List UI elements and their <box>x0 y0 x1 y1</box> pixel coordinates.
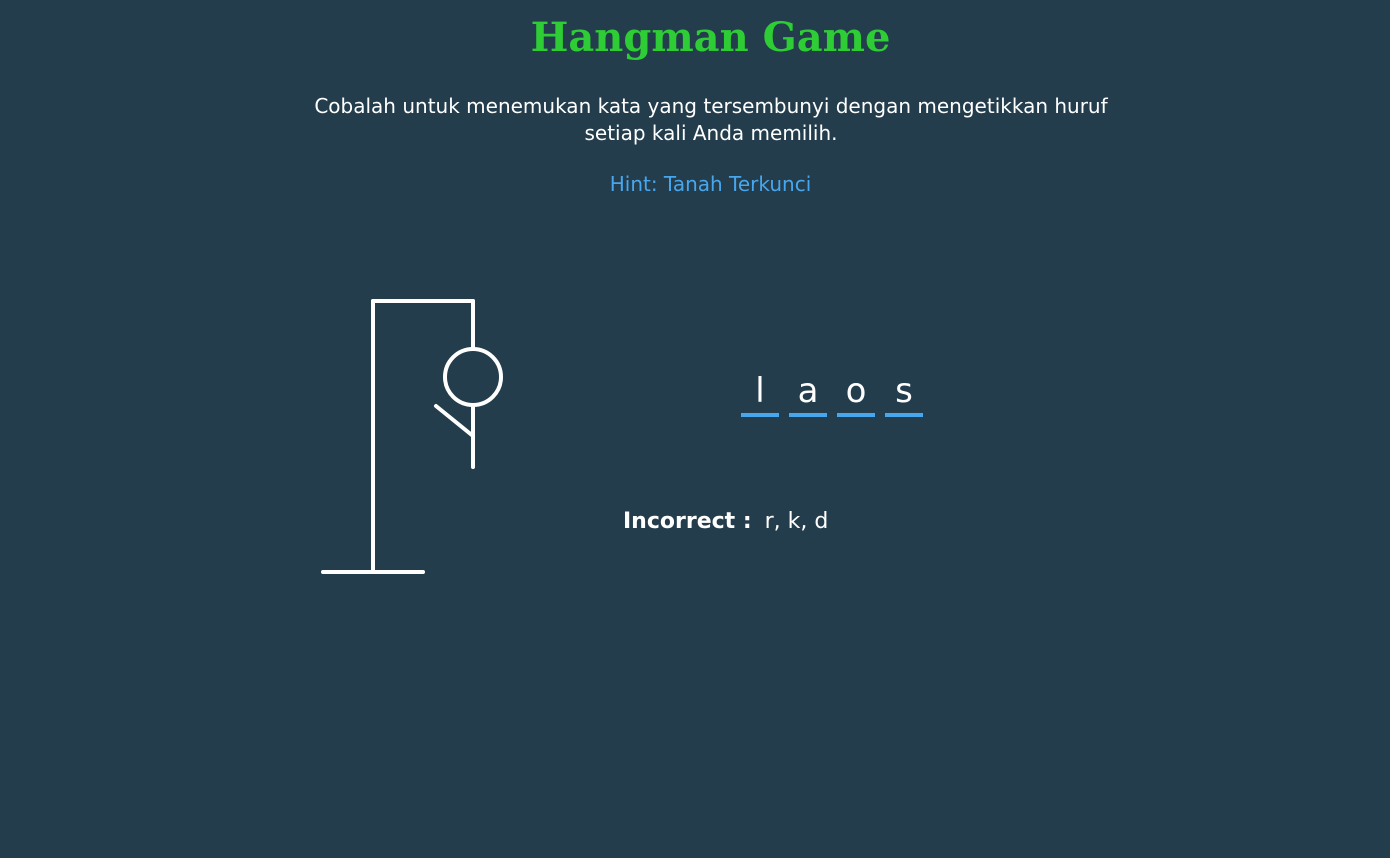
hangman-left-arm <box>434 404 475 438</box>
letter-slot: s <box>885 365 923 417</box>
game-instructions: Cobalah untuk menemukan kata yang tersem… <box>314 94 1108 145</box>
hint-text: Hint: Tanah Terkunci <box>609 172 812 196</box>
incorrect-letters: r, k, d <box>764 509 829 534</box>
incorrect-guesses: Incorrect : r, k, d <box>623 509 828 534</box>
hangman-drawing <box>321 299 503 574</box>
word-display: l a o s <box>741 365 923 417</box>
page-title: Hangman Game <box>530 14 891 61</box>
letter-slot: a <box>789 365 827 417</box>
letter-slot: l <box>741 365 779 417</box>
hangman-head <box>443 347 503 407</box>
letter-slot: o <box>837 365 875 417</box>
hangman-figure <box>300 280 510 584</box>
incorrect-label: Incorrect : <box>623 509 752 534</box>
